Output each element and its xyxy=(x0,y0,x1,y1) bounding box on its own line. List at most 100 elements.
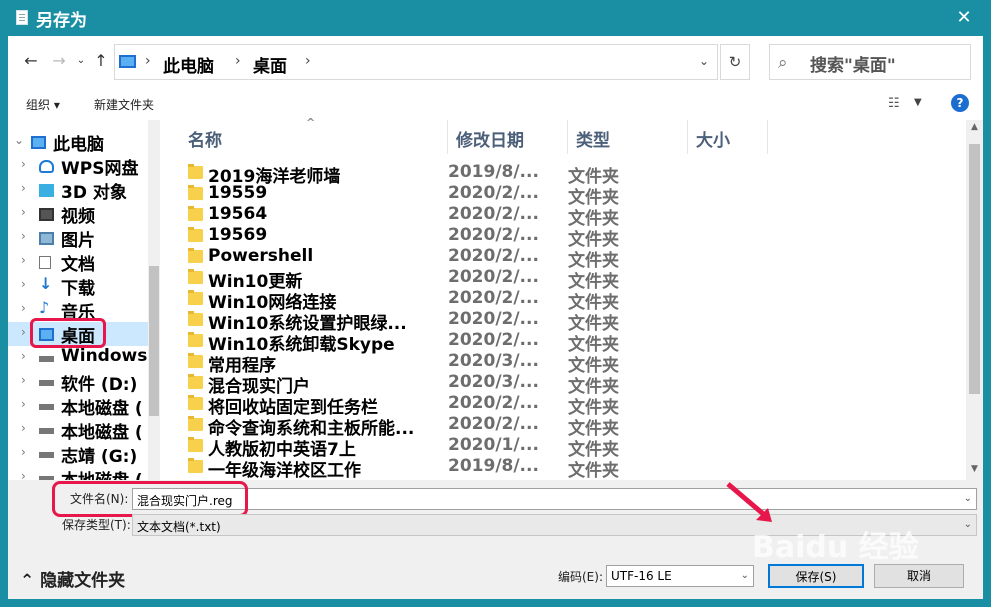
file-name: Powershell xyxy=(208,246,314,266)
file-row[interactable]: 将回收站固定到任务栏 2020/2/... 文件夹 xyxy=(166,393,956,418)
tree-item-pictures[interactable]: › 图片 xyxy=(8,226,148,251)
chevron-down-icon[interactable]: ▼ xyxy=(914,97,922,108)
chevron-right-icon[interactable]: › xyxy=(145,53,151,69)
tree-item-videos[interactable]: › 视频 xyxy=(8,202,148,227)
scroll-down-icon[interactable]: ▼ xyxy=(966,464,983,478)
navigation-pane: ⌄ 此电脑 › WPS网盘 › 3D 对象 › 视频 › 图片 › 文档 › ↓… xyxy=(8,120,160,480)
new-folder-button[interactable]: 新建文件夹 xyxy=(94,96,154,113)
chevron-down-icon[interactable]: ⌄ xyxy=(964,493,972,504)
up-arrow-icon[interactable]: ↑ xyxy=(90,50,112,72)
chevron-right-icon[interactable]: › xyxy=(235,53,241,69)
tree-item-drive-g[interactable]: › 志靖 (G:) xyxy=(8,442,148,467)
column-header-type[interactable]: 类型 xyxy=(568,120,688,154)
refresh-icon[interactable]: ↻ xyxy=(720,44,750,80)
file-row[interactable]: 19559 2020/2/... 文件夹 xyxy=(166,183,956,208)
save-button[interactable]: 保存(S) xyxy=(768,564,864,588)
chevron-right-icon[interactable]: › xyxy=(21,301,26,315)
file-row[interactable]: Powershell 2020/2/... 文件夹 xyxy=(166,246,956,271)
title-bar[interactable]: 另存为 ✕ xyxy=(0,0,991,36)
file-row[interactable]: 一年级海洋校区工作 2019/8/... 文件夹 xyxy=(166,456,956,481)
breadcrumb-this-pc[interactable]: 此电脑 xyxy=(163,52,214,77)
chevron-right-icon[interactable]: › xyxy=(21,181,26,195)
filename-input[interactable]: 混合现实门户.reg ⌄ xyxy=(132,488,977,510)
scroll-up-icon[interactable]: ▲ xyxy=(966,122,983,136)
chevron-right-icon[interactable]: › xyxy=(21,349,26,363)
file-row[interactable]: Win10系统卸载Skype 2020/2/... 文件夹 xyxy=(166,330,956,355)
chevron-right-icon[interactable]: › xyxy=(21,421,26,435)
chevron-down-icon[interactable]: ⌄ xyxy=(741,570,749,581)
help-icon[interactable]: ? xyxy=(951,94,969,112)
file-row[interactable]: Win10系统设置护眼绿... 2020/2/... 文件夹 xyxy=(166,309,956,334)
column-header-label: 大小 xyxy=(696,131,730,151)
chevron-down-icon[interactable]: ⌄ xyxy=(964,519,972,530)
drive-icon xyxy=(39,404,54,410)
file-date: 2020/2/... xyxy=(448,330,539,350)
address-bar[interactable]: › 此电脑 › 桌面 › ⌄ xyxy=(114,44,718,80)
file-row[interactable]: 命令查询系统和主板所能... 2020/2/... 文件夹 xyxy=(166,414,956,439)
column-header-date[interactable]: 修改日期 xyxy=(448,120,568,154)
chevron-right-icon[interactable]: › xyxy=(21,253,26,267)
tree-item-this-pc[interactable]: ⌄ 此电脑 xyxy=(8,130,148,155)
file-row[interactable]: Win10更新 2020/2/... 文件夹 xyxy=(166,267,956,292)
file-row[interactable]: 常用程序 2020/3/... 文件夹 xyxy=(166,351,956,376)
folder-icon xyxy=(188,437,203,452)
hide-folders-toggle[interactable]: ⌃ 隐藏文件夹 xyxy=(20,566,125,591)
column-header-label: 类型 xyxy=(576,131,610,151)
drive-icon xyxy=(39,428,54,434)
scrollbar-thumb[interactable] xyxy=(149,266,159,416)
tree-item-local-disk[interactable]: › 本地磁盘 ( xyxy=(8,418,148,443)
chevron-right-icon[interactable]: › xyxy=(21,157,26,171)
close-icon[interactable]: ✕ xyxy=(951,5,977,31)
file-name: 19559 xyxy=(208,183,268,203)
folder-icon xyxy=(188,269,203,284)
forward-arrow-icon[interactable]: → xyxy=(48,50,70,72)
file-row[interactable]: 混合现实门户 2020/3/... 文件夹 xyxy=(166,372,956,397)
tree-item-wps-cloud[interactable]: › WPS网盘 xyxy=(8,154,148,179)
file-row[interactable]: Win10网络连接 2020/2/... 文件夹 xyxy=(166,288,956,313)
address-dropdown-icon[interactable]: ⌄ xyxy=(699,54,709,68)
tree-item-downloads[interactable]: › ↓ 下载 xyxy=(8,274,148,299)
folder-icon xyxy=(188,311,203,326)
cancel-button[interactable]: 取消 xyxy=(874,564,964,588)
filetype-value: 文本文档(*.txt) xyxy=(137,520,221,534)
file-row[interactable]: 人教版初中英语7上 2020/1/... 文件夹 xyxy=(166,435,956,460)
encoding-select[interactable]: UTF-16 LE ⌄ xyxy=(606,565,754,587)
tree-item-label: 3D 对象 xyxy=(61,183,127,203)
chevron-right-icon[interactable]: › xyxy=(21,445,26,459)
chevron-right-icon[interactable]: › xyxy=(21,373,26,387)
file-list-scrollbar[interactable]: ▲ ▼ xyxy=(966,120,983,480)
chevron-right-icon[interactable]: › xyxy=(21,397,26,411)
chevron-right-icon[interactable]: › xyxy=(21,469,26,480)
recent-locations-chevron-icon[interactable]: ⌄ xyxy=(70,50,92,72)
folder-icon xyxy=(188,416,203,431)
tree-item-3d-objects[interactable]: › 3D 对象 xyxy=(8,178,148,203)
chevron-right-icon[interactable]: › xyxy=(21,325,26,339)
tree-item-drive-d[interactable]: › 软件 (D:) xyxy=(8,370,148,395)
tree-item-local-disk[interactable]: › 本地磁盘 ( xyxy=(8,394,148,419)
scrollbar-thumb[interactable] xyxy=(969,144,980,394)
column-header-size[interactable]: 大小 xyxy=(688,120,768,154)
breadcrumb-desktop[interactable]: 桌面 xyxy=(253,52,287,77)
nav-pane-scrollbar[interactable] xyxy=(148,120,160,480)
tree-item-local-disk[interactable]: › 本地磁盘 ( xyxy=(8,466,148,480)
file-date: 2020/2/... xyxy=(448,393,539,413)
chevron-right-icon[interactable]: › xyxy=(305,53,311,69)
chevron-down-icon[interactable]: ⌄ xyxy=(14,133,24,147)
window-title: 另存为 xyxy=(36,11,87,31)
chevron-right-icon[interactable]: › xyxy=(21,229,26,243)
column-header-name[interactable]: ^ 名称 xyxy=(166,116,448,154)
folder-icon xyxy=(188,227,203,242)
file-date: 2020/2/... xyxy=(448,267,539,287)
file-date: 2020/2/... xyxy=(448,204,539,224)
view-options-icon[interactable]: ☷ xyxy=(888,96,900,111)
search-box[interactable]: ⌕ 搜索"桌面" xyxy=(769,44,971,80)
chevron-right-icon[interactable]: › xyxy=(21,277,26,291)
file-row[interactable]: 2019海洋老师墙 2019/8/... 文件夹 xyxy=(166,162,956,187)
file-row[interactable]: 19569 2020/2/... 文件夹 xyxy=(166,225,956,250)
chevron-right-icon[interactable]: › xyxy=(21,205,26,219)
file-row[interactable]: 19564 2020/2/... 文件夹 xyxy=(166,204,956,229)
back-arrow-icon[interactable]: ← xyxy=(20,50,42,72)
tree-item-documents[interactable]: › 文档 xyxy=(8,250,148,275)
organize-button[interactable]: 组织 ▾ xyxy=(26,96,60,113)
tree-item-windows-drive[interactable]: › Windows xyxy=(8,346,148,370)
